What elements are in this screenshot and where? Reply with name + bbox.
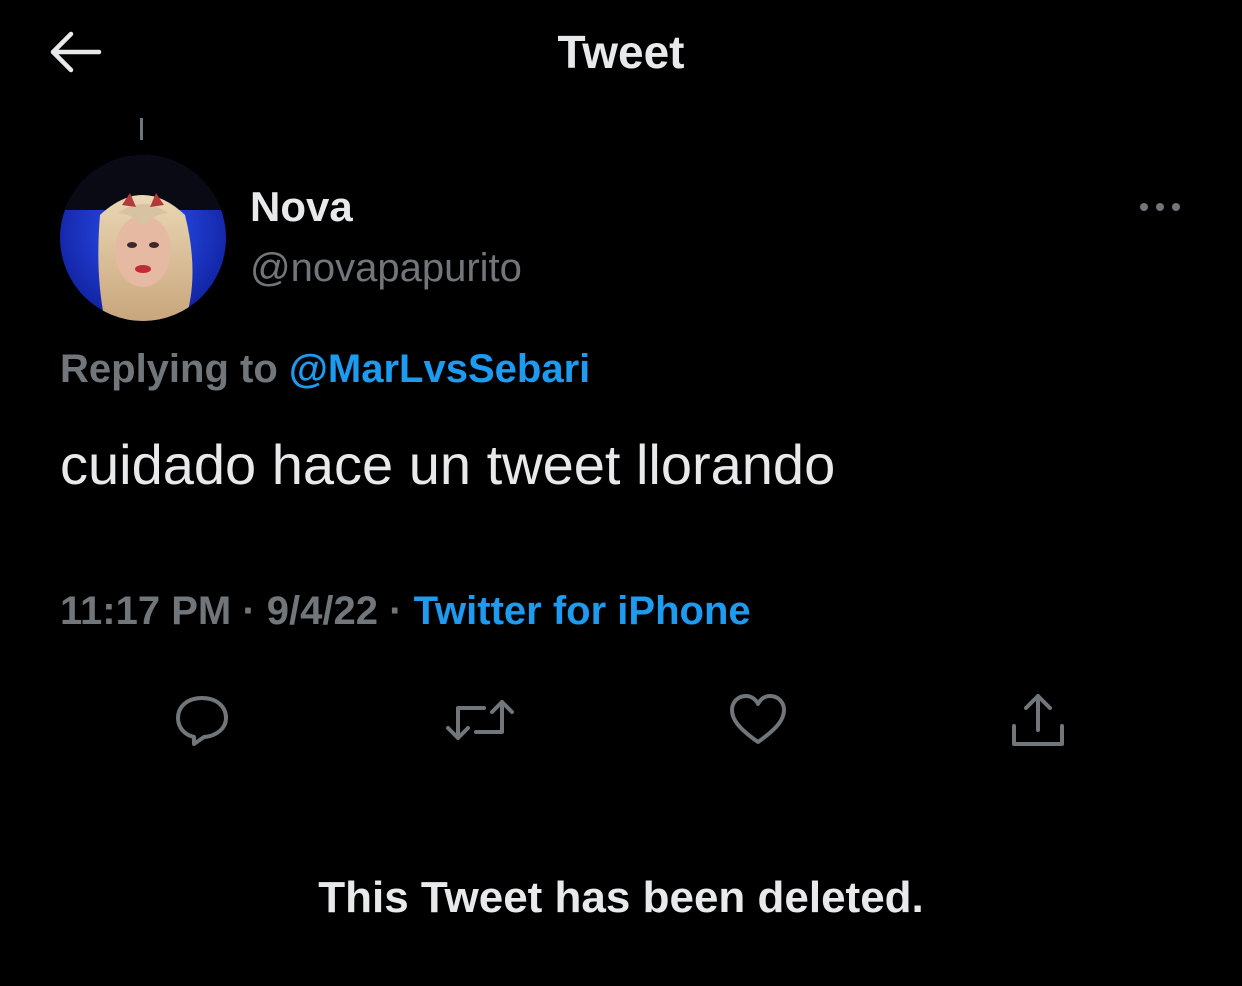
heart-icon (730, 694, 786, 744)
reply-icon (176, 696, 228, 746)
share-icon (1012, 694, 1064, 746)
replying-to: Replying to @MarLvsSebari (60, 342, 590, 396)
profile-photo (60, 155, 226, 321)
arrow-left-icon (50, 31, 102, 73)
tweet-date[interactable]: 9/4/22 (267, 589, 378, 633)
more-options-button[interactable] (1125, 185, 1195, 229)
share-button[interactable] (998, 680, 1078, 760)
tweet-source[interactable]: Twitter for iPhone (414, 589, 751, 633)
page-title: Tweet (557, 26, 685, 78)
action-bar (0, 680, 1242, 760)
more-horizontal-icon (1140, 203, 1180, 211)
like-button[interactable] (718, 680, 798, 760)
deleted-tweet-notice: This Tweet has been deleted. (318, 873, 924, 922)
top-bar: Tweet (0, 0, 1242, 110)
meta-separator: · (242, 589, 256, 633)
tweet-text: cuidado hace un tweet llorando (60, 433, 836, 496)
author-name[interactable]: Nova (250, 182, 353, 232)
back-button[interactable] (40, 22, 110, 82)
thread-connector-line (140, 118, 143, 140)
meta-separator: · (389, 589, 403, 633)
reply-button[interactable] (162, 680, 242, 760)
tweet-meta: 11:17 PM · 9/4/22 · Twitter for iPhone (60, 584, 751, 638)
replying-to-handle[interactable]: @MarLvsSebari (289, 347, 590, 391)
retweet-icon (446, 700, 514, 740)
author-handle[interactable]: @novapapurito (250, 243, 522, 293)
retweet-button[interactable] (440, 680, 520, 760)
avatar[interactable] (60, 155, 226, 321)
tweet-time[interactable]: 11:17 PM (60, 589, 231, 633)
replying-to-label: Replying to (60, 347, 278, 391)
